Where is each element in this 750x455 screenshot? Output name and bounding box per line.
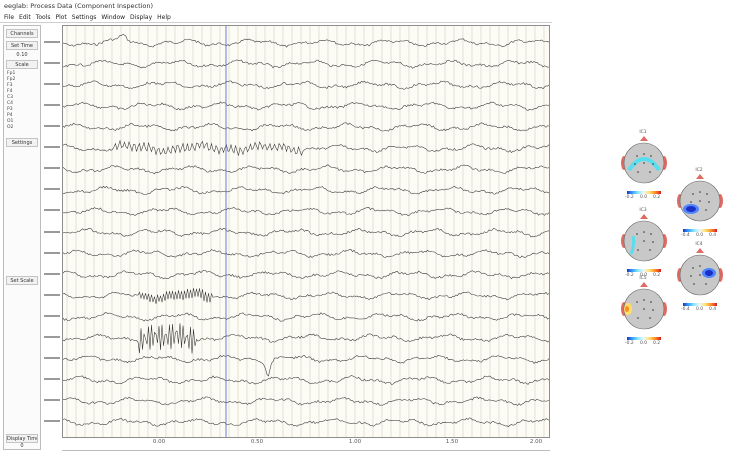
menu-display[interactable]: Display — [130, 12, 152, 22]
display-time-value: 0 — [20, 443, 24, 449]
channels-button[interactable]: Channels — [6, 29, 38, 38]
time-axis: 0.00 0.50 1.00 1.50 2.00 — [62, 438, 550, 451]
topoplot-title: IC5 — [639, 276, 647, 281]
eeg-channel-trace — [63, 59, 549, 69]
settings-button[interactable]: Settings — [6, 138, 38, 147]
channel-label — [44, 378, 60, 381]
colorbar — [627, 191, 661, 194]
eeg-channel-trace — [63, 417, 549, 427]
colorbar-min-label: -0.4 — [681, 233, 690, 238]
channel-label — [44, 272, 60, 275]
channel-label — [44, 83, 60, 85]
eeg-trace-panel[interactable] — [62, 25, 550, 438]
menu-settings[interactable]: Settings — [72, 12, 97, 22]
channel-label — [44, 61, 60, 64]
colorbar-max-label: 0.2 — [653, 195, 661, 200]
topoplot-head-icon[interactable] — [621, 282, 667, 334]
colorbar-min-label: -0.4 — [681, 307, 690, 312]
channel-label — [44, 188, 60, 191]
eeg-channel-trace — [63, 33, 549, 48]
channel-label — [44, 335, 60, 338]
eeg-channel-trace — [63, 101, 549, 111]
eeg-channel-trace — [63, 227, 549, 238]
topoplot-title: IC1 — [639, 130, 647, 135]
time-value: 0.10 — [16, 52, 28, 58]
time-tick-label: 0.00 — [152, 439, 166, 445]
channel-label — [44, 125, 60, 128]
channel-label-column — [42, 25, 62, 438]
channel-label — [44, 40, 60, 43]
colorbar — [627, 337, 661, 340]
display-time-button[interactable]: Display Time — [6, 434, 38, 443]
eeg-channel-trace — [63, 396, 549, 406]
eeg-channel-trace — [63, 355, 549, 377]
colorbar-max-label: 0.4 — [709, 233, 717, 238]
channel-label — [44, 399, 60, 402]
colorbar-mid-label: 0.0 — [640, 341, 648, 346]
eeg-channel-trace — [63, 375, 549, 385]
colorbar-min-label: -0.2 — [625, 195, 634, 200]
channel-label — [44, 251, 60, 254]
channel-label — [44, 209, 60, 212]
channel-label — [44, 293, 60, 296]
channel-label — [44, 104, 60, 107]
colorbar-mid-label: 0.0 — [696, 233, 704, 238]
topoplot-head-icon[interactable] — [621, 136, 667, 188]
menu-tools[interactable]: Tools — [36, 12, 51, 22]
channel-label — [44, 230, 60, 233]
menu-plot[interactable]: Plot — [55, 12, 66, 22]
eeg-channel-trace — [63, 249, 549, 258]
set-time-button[interactable]: Set Time — [6, 41, 38, 50]
channel-label — [44, 420, 60, 423]
menubar: File Edit Tools Plot Settings Window Dis… — [0, 12, 552, 23]
scale-button[interactable]: Scale — [6, 60, 38, 69]
colorbar-max-label: 0.4 — [709, 307, 717, 312]
colorbar — [683, 229, 717, 232]
menu-window[interactable]: Window — [101, 12, 125, 22]
time-tick-label: 0.50 — [250, 439, 264, 445]
eeg-channel-trace — [63, 312, 549, 322]
set-scale-button[interactable]: Set Scale — [6, 276, 38, 285]
eeg-channel-trace — [63, 288, 549, 304]
channel-label — [44, 167, 60, 170]
control-panel: Channels Set Time 0.10 Scale Fp1 Fp2 F3 … — [3, 25, 41, 450]
topoplot-title: IC2 — [695, 168, 703, 173]
eeg-channel-trace — [63, 80, 549, 90]
eeg-channel-trace — [63, 122, 549, 132]
topoplot-title: IC4 — [695, 242, 703, 247]
list-item[interactable]: O2 — [7, 125, 37, 131]
colorbar — [627, 269, 661, 272]
colorbar — [683, 303, 717, 306]
topoplot-head-icon[interactable] — [677, 248, 723, 300]
eeg-channel-trace — [63, 139, 549, 156]
topoplot-head-icon[interactable] — [621, 214, 667, 266]
eeg-channel-trace — [63, 206, 549, 216]
colorbar-min-label: -0.2 — [625, 341, 634, 346]
menu-file[interactable]: File — [4, 12, 14, 22]
eeg-channel-trace — [63, 323, 549, 354]
window-title: eeglab: Process Data (Component Inspecti… — [4, 2, 154, 10]
time-tick-label: 2.00 — [529, 439, 543, 445]
colorbar-max-label: 0.2 — [653, 341, 661, 346]
eeg-traces — [63, 26, 549, 437]
eeg-channel-trace — [63, 269, 549, 280]
channel-label — [44, 357, 60, 359]
eeg-channel-trace — [63, 164, 549, 175]
menu-edit[interactable]: Edit — [19, 12, 31, 22]
time-tick-label: 1.00 — [348, 439, 362, 445]
channel-label — [44, 314, 60, 317]
topoplot-title: IC3 — [639, 208, 647, 213]
channel-list[interactable]: Fp1 Fp2 F3 F4 C3 C4 P3 P4 O1 O2 — [7, 71, 37, 131]
time-tick-label: 1.50 — [445, 439, 459, 445]
colorbar-mid-label: 0.0 — [640, 195, 648, 200]
colorbar-mid-label: 0.0 — [696, 307, 704, 312]
channel-label — [44, 146, 60, 149]
menu-help[interactable]: Help — [157, 12, 171, 22]
topoplot-head-icon[interactable] — [677, 174, 723, 226]
eeg-channel-trace — [63, 185, 549, 195]
topoplot-panel: IC1 -0.2 0.0 0.2 IC2 -0.4 0.0 0.4 IC3 -0… — [615, 128, 735, 346]
